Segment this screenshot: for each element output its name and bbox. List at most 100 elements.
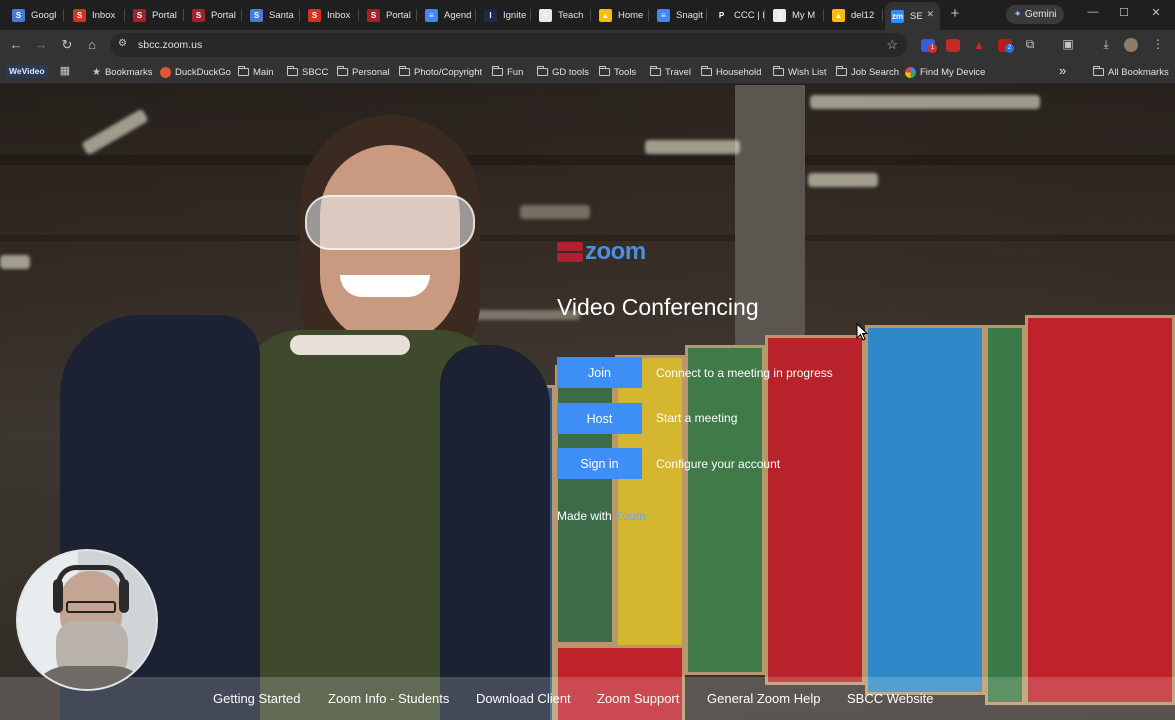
folder-icon xyxy=(337,66,348,76)
footer-link-sbcc-website[interactable]: SBCC Website xyxy=(847,691,933,706)
folder-icon xyxy=(238,66,249,76)
bookmark-item[interactable]: Travel xyxy=(650,65,691,79)
tab-label: My M xyxy=(792,9,816,21)
browser-tab[interactable]: S Portal xyxy=(361,4,417,26)
zoom-landing-panel: zoom Video Conferencing Join Connect to … xyxy=(0,85,1175,720)
tab-label: Teach xyxy=(558,9,584,21)
browser-toolbar: ← → ↻ ⌂ ⚙ sbcc.zoom.us ☆ 1 ▲ 2 ⧉ ▣ ⤓ ⋮ xyxy=(0,30,1175,60)
tab-separator xyxy=(882,9,883,21)
url-text[interactable]: sbcc.zoom.us xyxy=(138,39,202,51)
tab-label: Agend xyxy=(444,9,472,21)
bookmark-item[interactable]: Fun xyxy=(492,65,523,79)
tab-separator xyxy=(183,9,184,21)
sbcc-logo-icon xyxy=(557,241,583,263)
bookmark-item[interactable]: Find My Device xyxy=(905,65,985,79)
all-bookmarks-label: All Bookmarks xyxy=(1108,66,1169,78)
sbcc-zoom-logo[interactable]: zoom xyxy=(557,238,646,265)
browser-tab[interactable]: ▲ Home xyxy=(593,4,649,26)
bookmark-item[interactable]: DuckDuckGo xyxy=(160,65,231,79)
extension-icon[interactable] xyxy=(946,39,960,52)
find-device-icon xyxy=(905,66,916,78)
download-icon[interactable]: ⤓ xyxy=(1098,37,1114,52)
tab-favicon-icon: P xyxy=(715,8,728,22)
tab-search-icon[interactable]: ▣ xyxy=(1060,37,1076,51)
browser-tab[interactable]: S Portal xyxy=(127,4,184,26)
host-button[interactable]: Host xyxy=(557,403,642,434)
bookmark-item[interactable]: Tools xyxy=(599,65,636,79)
reload-icon[interactable]: ↻ xyxy=(58,36,76,54)
bookmark-star-icon[interactable]: ☆ xyxy=(886,37,898,53)
browser-tab[interactable]: ~ Teach xyxy=(533,4,591,26)
bookmark-item[interactable]: ★ Bookmarks xyxy=(92,65,152,79)
sign-in-description: Configure your account xyxy=(656,457,781,471)
bookmark-label: GD tools xyxy=(552,66,589,78)
new-tab-button[interactable]: + xyxy=(946,5,964,23)
close-window-button[interactable]: ✕ xyxy=(1149,6,1163,19)
tab-favicon-icon: S xyxy=(250,8,263,22)
browser-tab[interactable]: S Inbox xyxy=(67,4,125,26)
footer-nav: Getting Started Zoom Info - Students Dow… xyxy=(0,677,1175,720)
bookmark-label: Job Search xyxy=(851,66,900,78)
tab-label: Inbox xyxy=(92,9,116,21)
bookmark-item[interactable]: Household xyxy=(701,65,761,79)
bookmark-item[interactable]: Photo/Copyright xyxy=(399,65,482,79)
back-icon[interactable]: ← xyxy=(7,36,25,54)
footer-link-getting-started[interactable]: Getting Started xyxy=(213,691,300,706)
close-tab-icon[interactable]: ✕ xyxy=(926,9,934,20)
browser-tab[interactable]: I Ignite xyxy=(478,4,531,26)
page-content: zoom Video Conferencing Join Connect to … xyxy=(0,85,1175,720)
footer-link-download-client[interactable]: Download Client xyxy=(476,691,571,706)
browser-tab[interactable]: S Googl xyxy=(6,4,64,26)
footer-link-general-zoom-help[interactable]: General Zoom Help xyxy=(707,691,820,706)
site-info-icon[interactable]: ⚙ xyxy=(118,38,130,50)
extension-badge: 2 xyxy=(1005,44,1014,53)
tab-favicon-icon: S xyxy=(133,8,146,22)
minimize-button[interactable]: — xyxy=(1086,6,1100,18)
folder-icon xyxy=(492,66,503,76)
sign-in-button[interactable]: Sign in xyxy=(557,448,642,479)
mouse-pointer-icon xyxy=(856,323,868,341)
bookmark-label: Personal xyxy=(352,66,390,78)
bookmarks-overflow-icon[interactable]: » xyxy=(1059,63,1066,78)
browser-tab[interactable]: P CCC | l xyxy=(709,4,765,26)
all-bookmarks-folder[interactable]: All Bookmarks xyxy=(1093,65,1169,79)
home-icon[interactable]: ⌂ xyxy=(83,36,101,54)
bookmark-item[interactable]: Personal xyxy=(337,65,390,79)
bookmark-item[interactable]: Main xyxy=(238,65,274,79)
tab-label: del12 xyxy=(851,9,875,21)
menu-kebab-icon[interactable]: ⋮ xyxy=(1150,37,1166,51)
tab-favicon-icon: S xyxy=(12,8,25,22)
extensions-puzzle-icon[interactable]: ⧉ xyxy=(1022,37,1038,52)
address-bar[interactable]: ⚙ sbcc.zoom.us ☆ xyxy=(110,33,907,57)
footer-link-zoom-support[interactable]: Zoom Support xyxy=(597,691,679,706)
browser-tab[interactable]: ≡ Snagit xyxy=(651,4,707,26)
bookmark-item[interactable]: GD tools xyxy=(537,65,589,79)
browser-tab[interactable]: S Inbox xyxy=(302,4,359,26)
folder-icon xyxy=(650,66,661,76)
browser-tab[interactable]: ▯ My M xyxy=(767,4,824,26)
tab-favicon-icon: S xyxy=(192,8,205,22)
browser-tab[interactable]: S Santa xyxy=(244,4,300,26)
footer-link-zoom-info-students[interactable]: Zoom Info - Students xyxy=(328,691,449,706)
bookmark-item[interactable]: Job Search xyxy=(836,65,899,79)
browser-tab[interactable]: zm SE ✕ xyxy=(885,2,940,30)
maximize-button[interactable]: ☐ xyxy=(1117,6,1131,19)
browser-tab[interactable]: ≡ Agend xyxy=(419,4,476,26)
forward-icon[interactable]: → xyxy=(32,36,50,54)
bookmark-item[interactable]: SBCC xyxy=(287,65,328,79)
bookmark-item[interactable]: Wish List xyxy=(773,65,827,79)
join-button[interactable]: Join xyxy=(557,357,642,388)
apps-grid-icon[interactable]: ▦ xyxy=(57,64,73,77)
made-with-zoom-link[interactable]: Zoom xyxy=(615,509,646,523)
tab-separator xyxy=(530,9,531,21)
tab-favicon-icon: zm xyxy=(891,9,904,23)
gemini-button[interactable]: ✦ Gemini xyxy=(1006,5,1064,24)
tab-label: Ignite xyxy=(503,9,527,21)
browser-tab[interactable]: ▲ del12 xyxy=(826,4,883,26)
profile-avatar[interactable] xyxy=(1124,38,1138,52)
tab-separator xyxy=(706,9,707,21)
tab-favicon-icon: ≡ xyxy=(425,8,438,22)
browser-tab[interactable]: S Portal xyxy=(186,4,242,26)
bookmark-wevideo[interactable]: WeVideo xyxy=(6,65,48,78)
extension-icon[interactable]: ▲ xyxy=(972,39,986,52)
